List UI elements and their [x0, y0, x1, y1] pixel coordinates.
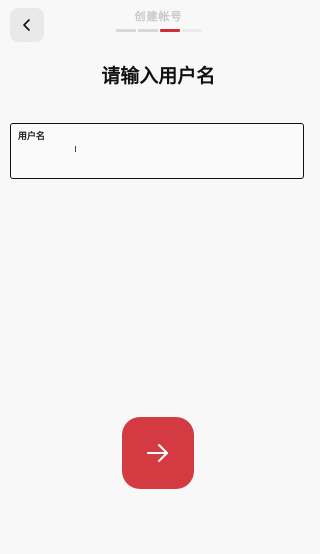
step-progress	[116, 29, 202, 32]
username-input[interactable]	[18, 144, 293, 162]
step-indicator-3	[160, 29, 180, 32]
username-field-label: 用户名	[18, 132, 46, 142]
step-indicator-2	[138, 29, 158, 32]
text-caret	[75, 146, 76, 152]
header-title: 创建帐号	[134, 10, 183, 23]
step-indicator-4	[182, 29, 202, 32]
page-title: 请输入用户名	[101, 65, 216, 87]
next-button[interactable]	[122, 417, 194, 489]
username-field[interactable]: 用户名	[10, 123, 304, 179]
step-indicator-1	[116, 29, 136, 32]
arrow-right-icon	[147, 444, 168, 462]
